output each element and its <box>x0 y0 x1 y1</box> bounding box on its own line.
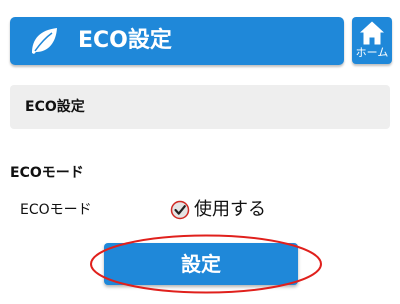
home-icon <box>360 21 384 45</box>
submit-button-label: 設定 <box>181 252 221 276</box>
page-title: ECO設定 <box>78 28 172 53</box>
eco-mode-checkbox[interactable]: 使用する <box>170 197 266 223</box>
submit-button[interactable]: 設定 <box>104 243 298 285</box>
home-label: ホーム <box>355 46 389 59</box>
checkbox-label: 使用する <box>194 199 266 220</box>
header-bar: ECO設定 <box>10 17 344 65</box>
home-button[interactable]: ホーム <box>352 17 392 64</box>
section-title: ECO設定 <box>25 99 85 115</box>
checkbox-check-icon[interactable] <box>170 200 190 220</box>
section-header-box: ECO設定 <box>10 85 390 129</box>
leaf-icon <box>32 28 57 54</box>
eco-mode-label: ECOモード <box>20 202 92 218</box>
eco-settings-page: ECO設定 ホーム ECO設定 ECOモード ECOモード 使用する 設定 <box>0 0 400 304</box>
eco-mode-heading: ECOモード <box>10 165 84 181</box>
